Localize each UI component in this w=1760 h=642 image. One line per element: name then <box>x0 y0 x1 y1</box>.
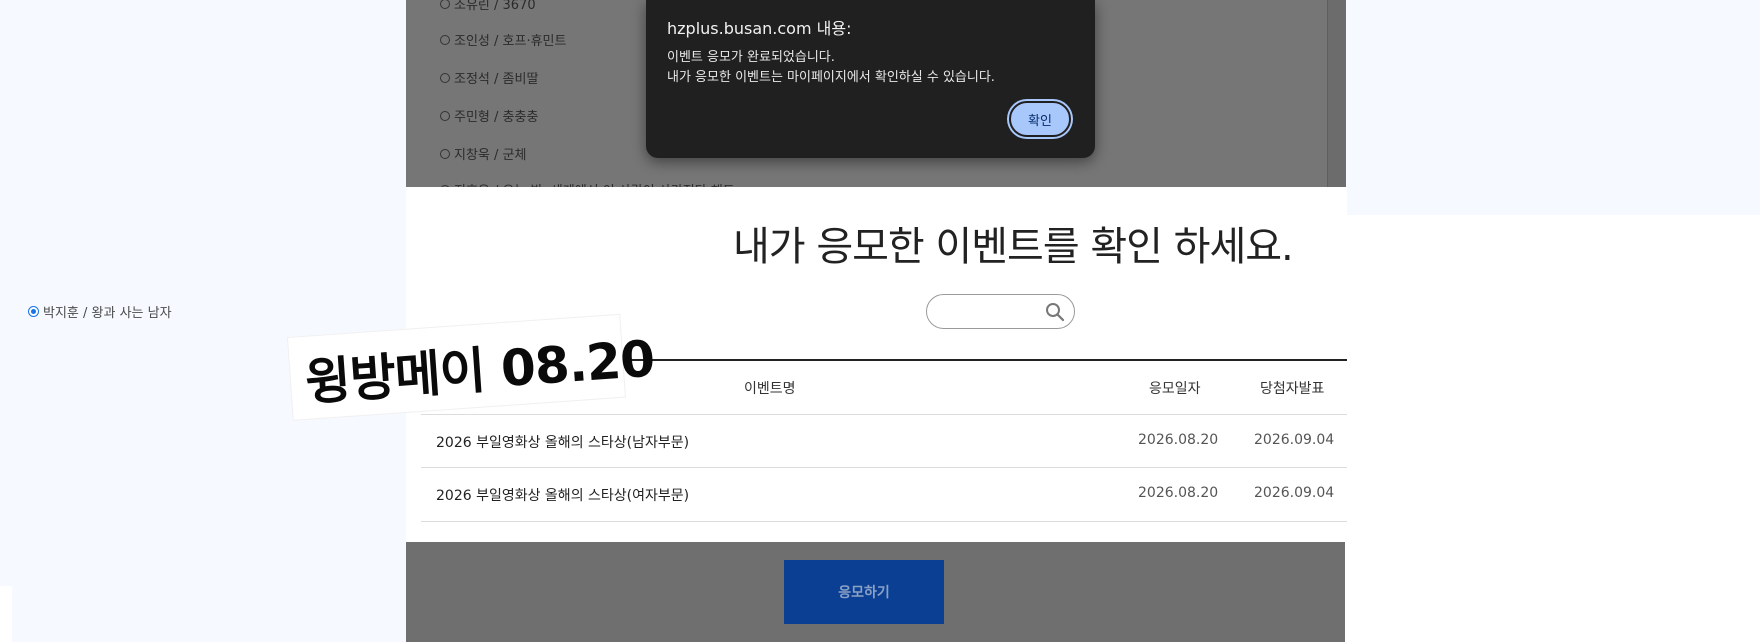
radio-selected-icon[interactable] <box>28 306 39 317</box>
alert-message: 이벤트 응모가 완료되었습니다. <box>667 50 835 65</box>
radio-icon <box>440 0 450 9</box>
table-top-border <box>624 359 1347 361</box>
alert-message: 내가 응모한 이벤트는 마이페이지에서 확인하실 수 있습니다. <box>667 70 995 85</box>
column-header-announce-date: 당첨자발표 <box>1260 381 1325 397</box>
search-box[interactable] <box>926 294 1075 329</box>
search-icon[interactable] <box>1045 302 1065 322</box>
candidate-item[interactable]: 지창욱 / 군체 <box>440 144 526 163</box>
ok-button[interactable]: 확인 <box>1009 101 1071 137</box>
applied-date-cell: 2026.08.20 <box>1138 485 1219 501</box>
table-bottom-border <box>421 521 1347 522</box>
applied-date-cell: 2026.08.20 <box>1138 432 1219 448</box>
announce-date-cell: 2026.09.04 <box>1254 485 1335 501</box>
alert-dialog: hzplus.busan.com 내용: 이벤트 응모가 완료되었습니다. 내가… <box>646 0 1095 158</box>
radio-icon <box>440 110 450 121</box>
announce-date-cell: 2026.09.04 <box>1254 432 1335 448</box>
search-input[interactable] <box>939 302 1043 319</box>
alert-title: hzplus.busan.com 내용: <box>667 19 852 38</box>
candidate-item[interactable]: 조유린 / 3670 <box>440 0 536 13</box>
table-divider <box>421 467 1347 468</box>
background-strip <box>0 586 12 642</box>
radio-icon <box>440 34 450 45</box>
event-name-cell: 2026 부일영화상 올해의 스타상(여자부문) <box>436 488 690 504</box>
radio-icon <box>440 72 450 83</box>
apply-button[interactable]: 응모하기 <box>784 560 944 624</box>
candidate-item[interactable]: 주민형 / 충충충 <box>440 106 538 125</box>
page-title: 내가 응모한 이벤트를 확인 하세요. <box>733 224 1294 270</box>
column-header-event-name: 이벤트명 <box>744 381 796 397</box>
side-radio-option[interactable]: 박지훈 / 왕과 사는 남자 <box>28 302 172 321</box>
candidate-list-scrollbar[interactable] <box>1327 0 1346 187</box>
side-radio-label: 박지훈 / 왕과 사는 남자 <box>43 306 172 321</box>
column-header-applied-date: 응모일자 <box>1149 381 1201 397</box>
background-strip-right <box>1340 215 1760 642</box>
candidate-item[interactable]: 조인성 / 호프·휴민트 <box>440 30 566 49</box>
event-name-cell: 2026 부일영화상 올해의 스타상(남자부문) <box>436 435 690 451</box>
radio-icon <box>440 148 450 159</box>
candidate-item[interactable]: 조정석 / 좀비딸 <box>440 68 538 87</box>
table-divider <box>421 414 1347 415</box>
